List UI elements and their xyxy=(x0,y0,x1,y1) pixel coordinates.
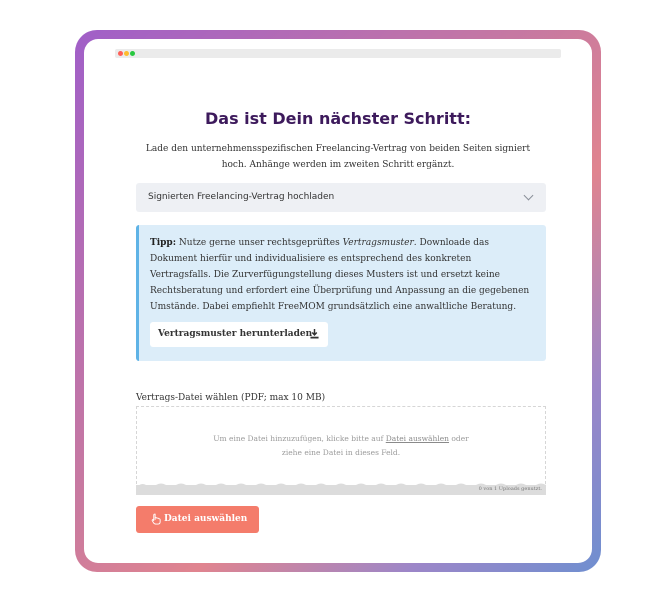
dropzone-text: Um eine Datei hinzuzufügen, klicke bitte… xyxy=(137,432,545,460)
download-icon xyxy=(310,329,319,339)
tip-prefix: Tipp: xyxy=(150,238,177,248)
download-template-button[interactable]: Vertragsmuster herunterladen xyxy=(150,322,328,347)
minimize-dot-icon xyxy=(124,51,129,56)
tip-emphasis: Vertragsmuster xyxy=(342,238,414,248)
accordion-label: Signierten Freelancing-Vertrag hochladen xyxy=(148,192,335,202)
upload-status-text: 0 von 1 Uploads genutzt. xyxy=(478,486,542,492)
file-dropzone[interactable]: Um eine Datei hinzuzufügen, klicke bitte… xyxy=(136,406,546,484)
tip-text-part-1: Nutze gerne unser rechtsgeprüftes xyxy=(176,238,343,248)
tip-text-part-2: . Downloade das Dokument hierfür und ind… xyxy=(150,238,530,312)
download-button-label: Vertragsmuster herunterladen xyxy=(158,329,313,339)
upload-status-bar: 0 von 1 Uploads genutzt. xyxy=(136,485,546,495)
dropzone-text-part-2: oder xyxy=(449,434,469,443)
dropzone-text-part-1: Um eine Datei hinzuzufügen, klicke bitte… xyxy=(213,434,386,443)
close-dot-icon xyxy=(118,51,123,56)
dropzone-text-part-3: ziehe eine Datei in dieses Feld. xyxy=(281,448,401,457)
chevron-down-icon xyxy=(523,190,534,201)
select-file-button[interactable]: Datei auswählen xyxy=(136,506,259,533)
content-card: Das ist Dein nächster Schritt: Lade den … xyxy=(84,39,592,563)
browser-bar xyxy=(115,49,561,58)
intro-text: Lade den unternehmensspezifischen Freela… xyxy=(145,144,531,170)
pointer-hand-icon xyxy=(151,513,161,525)
select-file-button-label: Datei auswählen xyxy=(164,514,248,524)
page-title: Das ist Dein nächster Schritt: xyxy=(205,109,471,128)
maximize-dot-icon xyxy=(130,51,135,56)
select-file-link[interactable]: Datei auswählen xyxy=(386,434,449,443)
upload-accordion[interactable]: Signierten Freelancing-Vertrag hochladen xyxy=(136,183,546,212)
tip-text: Tipp: Nutze gerne unser rechtsgeprüftes … xyxy=(150,235,534,315)
tip-box: Tipp: Nutze gerne unser rechtsgeprüftes … xyxy=(136,225,546,361)
file-field-label: Vertrags-Datei wählen (PDF; max 10 MB) xyxy=(136,393,326,403)
gradient-frame: Das ist Dein nächster Schritt: Lade den … xyxy=(75,30,601,572)
